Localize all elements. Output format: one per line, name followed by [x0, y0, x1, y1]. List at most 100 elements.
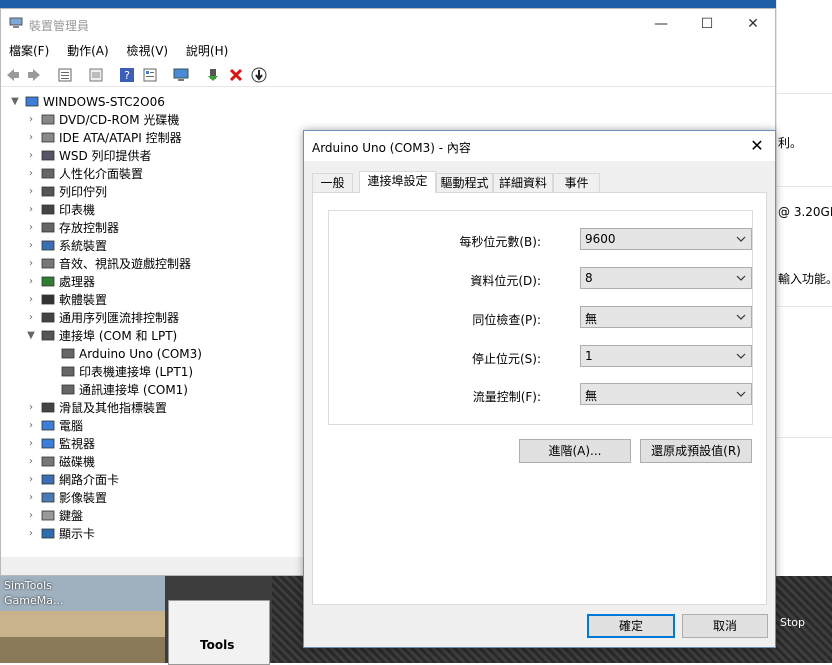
expand-arrow-icon[interactable]: ›	[25, 435, 37, 453]
expand-arrow-icon[interactable]: ›	[25, 453, 37, 471]
menu-action[interactable]: 動作(A)	[59, 41, 115, 61]
tree-category[interactable]: › DVD/CD-ROM 光碟機	[25, 111, 775, 129]
expand-arrow-icon[interactable]: ›	[25, 309, 37, 327]
cancel-button[interactable]: 取消	[682, 614, 768, 638]
toolbar: ?	[1, 64, 775, 87]
stop-bits-select[interactable]: 1	[580, 345, 752, 367]
restore-defaults-button[interactable]: 還原成預設值(R)	[640, 439, 752, 463]
computer-icon	[41, 420, 55, 431]
port-settings-panel: 每秒位元數(B): 9600 資料位元(D): 8 同位檢查(P): 無 停止位…	[312, 192, 767, 605]
expand-arrow-icon[interactable]: ›	[25, 417, 37, 435]
menu-help[interactable]: 說明(H)	[178, 41, 234, 61]
properties-view-icon[interactable]	[57, 67, 73, 83]
scan-hardware-icon[interactable]	[173, 67, 189, 83]
flow-control-select[interactable]: 無	[580, 383, 752, 405]
menu-file[interactable]: 檔案(F)	[1, 41, 55, 61]
flow-control-value: 無	[585, 389, 598, 403]
display-adapter-icon	[41, 528, 55, 539]
port-connector-icon	[61, 366, 75, 377]
sound-icon	[41, 258, 55, 269]
storage-controller-icon	[41, 222, 55, 233]
desktop-top-strip	[0, 0, 832, 8]
tree-item-label: IDE ATA/ATAPI 控制器	[59, 131, 182, 145]
expand-arrow-icon[interactable]: ›	[25, 471, 37, 489]
expand-arrow-icon[interactable]: ›	[25, 273, 37, 291]
maximize-button[interactable]: ☐	[685, 13, 729, 35]
expand-arrow-icon[interactable]: ›	[25, 237, 37, 255]
expand-arrow-icon[interactable]: ›	[25, 525, 37, 543]
tree-item-label: WINDOWS-STC2O06	[43, 95, 165, 109]
baud-rate-label: 每秒位元數(B):	[459, 235, 541, 249]
help-icon[interactable]: ?	[119, 67, 135, 83]
background-divider	[776, 186, 832, 187]
usb-controller-icon	[41, 312, 55, 323]
expand-arrow-icon[interactable]: ›	[25, 399, 37, 417]
data-bits-select[interactable]: 8	[580, 267, 752, 289]
advanced-button[interactable]: 進階(A)...	[519, 439, 631, 463]
port-connector-icon	[61, 348, 75, 359]
expand-arrow-icon[interactable]: ›	[25, 147, 37, 165]
tab-driver[interactable]: 驅動程式	[436, 173, 493, 192]
collapse-arrow-icon[interactable]: ▼	[25, 327, 37, 345]
tree-item-label: 磁碟機	[59, 455, 96, 469]
baud-rate-select[interactable]: 9600	[580, 228, 752, 250]
properties-dialog: Arduino Uno (COM3) - 內容 ✕ 一般 連接埠設定 驅動程式 …	[303, 130, 776, 648]
parity-select[interactable]: 無	[580, 306, 752, 328]
tab-general[interactable]: 一般	[312, 173, 353, 192]
system-device-icon	[41, 240, 55, 251]
processor-icon	[41, 276, 55, 287]
minimize-button[interactable]: —	[639, 13, 683, 35]
background-divider	[776, 437, 832, 438]
expand-arrow-icon[interactable]: ›	[25, 165, 37, 183]
tree-item-label: 軟體裝置	[59, 293, 108, 307]
collapse-arrow-icon[interactable]: ▼	[9, 93, 21, 111]
data-bits-value: 8	[585, 271, 593, 285]
list-icon[interactable]	[88, 67, 104, 83]
expand-arrow-icon[interactable]: ›	[25, 201, 37, 219]
dialog-titlebar[interactable]: Arduino Uno (COM3) - 內容 ✕	[304, 131, 775, 161]
forward-icon[interactable]	[26, 67, 42, 83]
wsd-printer-icon	[41, 150, 55, 161]
tab-details[interactable]: 詳細資料	[493, 173, 553, 192]
stop-bits-label: 停止位元(S):	[471, 352, 541, 366]
details-icon[interactable]	[142, 67, 158, 83]
tools-panel[interactable]	[168, 600, 270, 665]
chevron-down-icon	[736, 275, 746, 281]
expand-arrow-icon[interactable]: ›	[25, 507, 37, 525]
tree-item-label: 人性化介面裝置	[59, 167, 144, 181]
dvd-drive-icon	[41, 114, 55, 125]
expand-arrow-icon[interactable]: ›	[25, 255, 37, 273]
expand-arrow-icon[interactable]: ›	[25, 489, 37, 507]
network-adapter-icon	[41, 474, 55, 485]
expand-arrow-icon[interactable]: ›	[25, 111, 37, 129]
stop-label[interactable]: Stop	[780, 616, 805, 629]
tree-root[interactable]: ▼ WINDOWS-STC2O06	[9, 93, 775, 111]
ok-button[interactable]: 確定	[587, 614, 675, 638]
background-divider	[776, 306, 832, 307]
tab-port-settings[interactable]: 連接埠設定	[359, 171, 436, 193]
tab-events[interactable]: 事件	[553, 173, 600, 192]
tree-item-label: 通用序列匯流排控制器	[59, 311, 180, 325]
parity-label: 同位檢查(P):	[472, 313, 541, 327]
port-icon	[41, 330, 55, 341]
tree-item-label: 滑鼠及其他指標裝置	[59, 401, 168, 415]
device-manager-titlebar[interactable]: 裝置管理員 — ☐ ✕	[1, 9, 775, 39]
baud-rate-value: 9600	[585, 232, 616, 246]
close-button[interactable]: ✕	[731, 13, 775, 35]
tree-item-label: DVD/CD-ROM 光碟機	[59, 113, 180, 127]
back-icon[interactable]	[5, 67, 21, 83]
menu-view[interactable]: 檢視(V)	[119, 41, 175, 61]
expand-arrow-icon[interactable]: ›	[25, 183, 37, 201]
uninstall-icon[interactable]	[228, 67, 244, 83]
tree-item-label: 印表機連接埠 (LPT1)	[79, 365, 194, 379]
update-driver-icon[interactable]	[251, 67, 267, 83]
enable-device-icon[interactable]	[205, 67, 221, 83]
expand-arrow-icon[interactable]: ›	[25, 129, 37, 147]
background-divider	[776, 93, 832, 94]
expand-arrow-icon[interactable]: ›	[25, 291, 37, 309]
dialog-close-button[interactable]: ✕	[745, 135, 769, 157]
monitor-icon	[41, 438, 55, 449]
simtools-thumbnail[interactable]: SimTools GameMa...	[0, 576, 165, 663]
window-title: 裝置管理員	[29, 19, 90, 33]
expand-arrow-icon[interactable]: ›	[25, 219, 37, 237]
